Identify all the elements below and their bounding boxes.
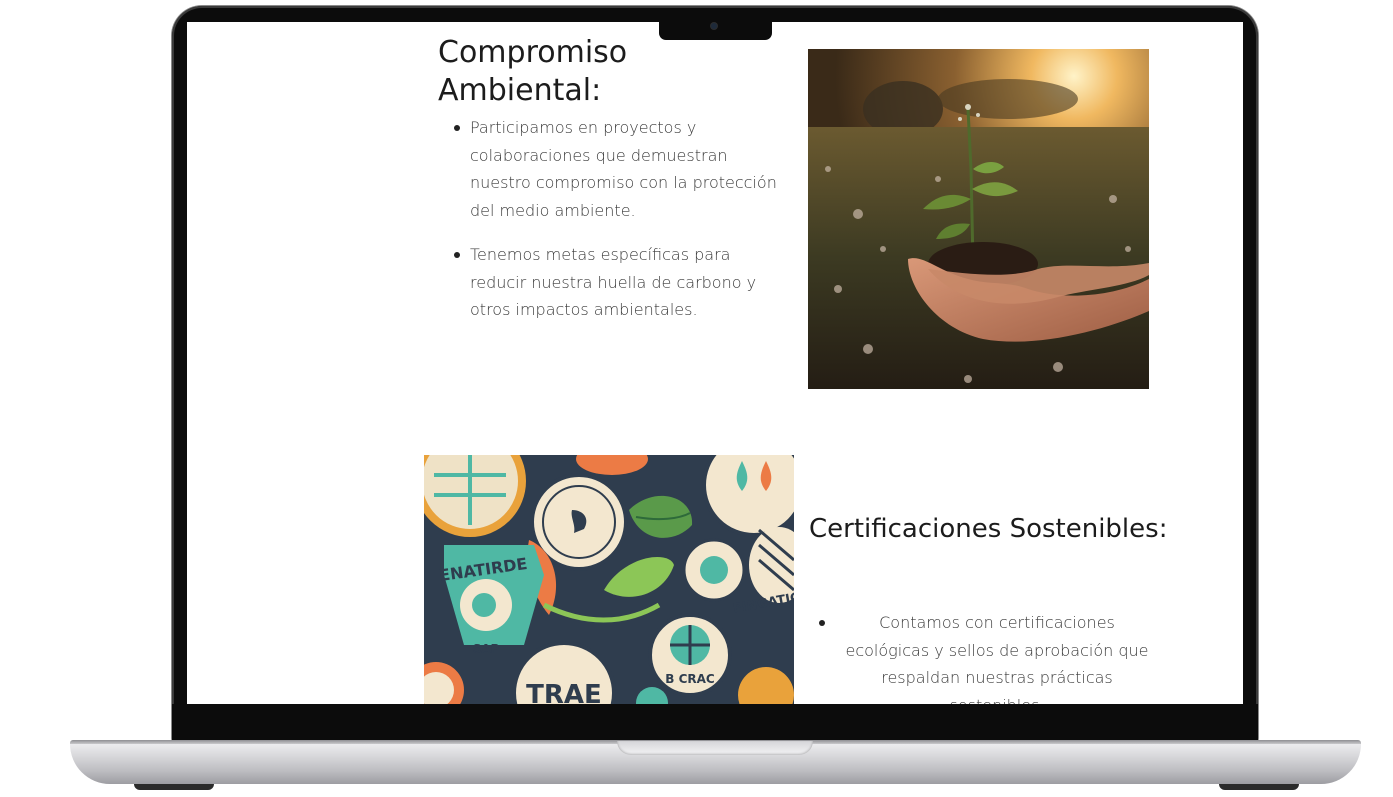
badge-label-crac: B CRAC <box>665 672 715 686</box>
camera-icon <box>711 23 717 29</box>
laptop-bezel-bottom <box>172 704 1258 740</box>
list-item-text: Tenemos metas específicas para reducir n… <box>470 245 757 319</box>
nature-seedling-image <box>808 49 1149 389</box>
laptop-foot-left <box>134 784 214 790</box>
badge-label-sap: SAP <box>473 642 500 656</box>
environmental-heading: Compromiso Ambiental: <box>438 35 628 108</box>
environmental-list: Participamos en proyectos y colaboracion… <box>454 114 782 341</box>
laptop-screen[interactable]: Compromiso Ambiental: Participamos en pr… <box>187 22 1243 704</box>
bullet-icon <box>454 125 460 131</box>
bullet-icon <box>819 620 825 626</box>
bullet-icon <box>454 252 460 258</box>
eco-badges-image: ENATIRDE SAP FINGATIC B CRAC TRAE <box>424 455 794 704</box>
list-item: Contamos con certificaciones ecológicas … <box>819 609 1157 704</box>
list-item-text: Participamos en proyectos y colaboracion… <box>470 118 777 220</box>
laptop-foot-right <box>1219 784 1299 790</box>
list-item-text: Contamos con certificaciones ecológicas … <box>845 613 1149 704</box>
list-item: Tenemos metas específicas para reducir n… <box>454 241 782 324</box>
badge-label-trae: TRAE <box>526 680 602 704</box>
certifications-heading: Certificaciones Sostenibles: <box>809 514 1168 544</box>
certifications-list: Contamos con certificaciones ecológicas … <box>819 609 1157 704</box>
camera-notch <box>659 20 772 40</box>
list-item: Participamos en proyectos y colaboracion… <box>454 114 782 224</box>
laptop-opening-notch <box>617 741 813 755</box>
